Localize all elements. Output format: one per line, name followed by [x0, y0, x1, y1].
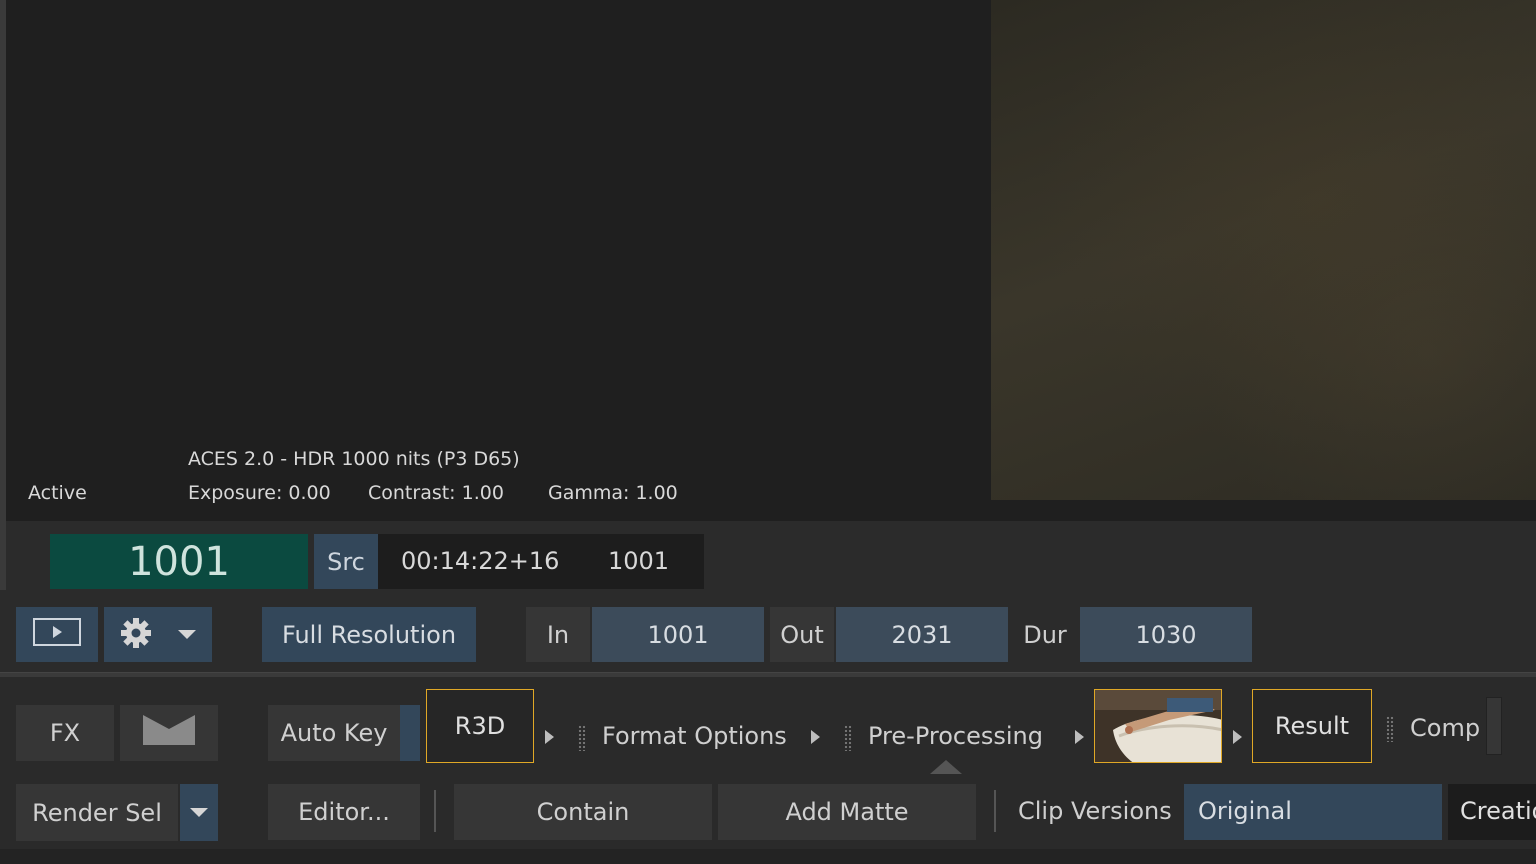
clip-versions-label: Clip Versions: [1018, 797, 1172, 825]
comp-node[interactable]: Comp: [1410, 714, 1480, 742]
pre-processing-node[interactable]: Pre-Processing: [868, 722, 1043, 750]
in-point-field[interactable]: 1001: [592, 607, 764, 662]
scroll-handle[interactable]: [1486, 697, 1502, 755]
bottom-edge: [0, 849, 1536, 864]
format-options-node[interactable]: Format Options: [602, 722, 787, 750]
add-matte-button[interactable]: Add Matte: [718, 784, 976, 840]
viewer-status: Active: [28, 482, 87, 504]
creation-button[interactable]: Creatio: [1448, 784, 1536, 840]
play-icon: [33, 617, 81, 652]
current-frame-field[interactable]: 1001: [50, 534, 308, 589]
render-sel-dropdown[interactable]: [180, 784, 218, 841]
editor-button[interactable]: Editor...: [268, 784, 420, 840]
separator: [434, 790, 436, 832]
duration-label: Dur: [1023, 620, 1067, 649]
exposure-readout: Exposure: 0.00: [188, 482, 331, 504]
resolution-dropdown[interactable]: Full Resolution: [262, 607, 476, 662]
drag-handle-icon[interactable]: [578, 725, 586, 751]
arrow-right-icon: [1233, 730, 1242, 744]
auto-key-indicator: [400, 705, 420, 761]
contain-button[interactable]: Contain: [454, 784, 712, 840]
arrow-right-icon: [545, 730, 554, 744]
fx-button[interactable]: FX: [16, 705, 114, 761]
drag-handle-icon[interactable]: [844, 725, 852, 751]
arrow-right-icon: [811, 730, 820, 744]
clip-version-dropdown[interactable]: Original: [1184, 784, 1442, 840]
clip-thumbnail[interactable]: [1094, 689, 1222, 763]
r3d-node[interactable]: R3D: [426, 689, 534, 763]
timecode-display[interactable]: 00:14:22+16 1001: [378, 534, 704, 589]
src-toggle-button[interactable]: Src: [314, 534, 378, 589]
selected-caret-icon: [930, 760, 962, 774]
source-frame: 1001: [608, 547, 670, 575]
duration-field[interactable]: 1030: [1080, 607, 1252, 662]
play-viewer-button[interactable]: [16, 607, 98, 662]
chevron-down-icon: [178, 625, 196, 644]
drag-handle-icon[interactable]: [1386, 716, 1394, 742]
auto-key-button[interactable]: Auto Key: [268, 705, 400, 761]
settings-button[interactable]: [104, 607, 212, 662]
render-sel-button[interactable]: Render Sel: [16, 784, 178, 841]
chevron-down-icon: [190, 803, 208, 822]
result-node[interactable]: Result: [1252, 689, 1372, 763]
contrast-readout: Contrast: 1.00: [368, 482, 504, 504]
out-point-button[interactable]: Out: [770, 607, 834, 662]
out-point-field[interactable]: 2031: [836, 607, 1008, 662]
color-space-label: ACES 2.0 - HDR 1000 nits (P3 D65): [188, 448, 520, 470]
image-preview: [991, 0, 1536, 500]
source-timecode: 00:14:22+16: [401, 547, 560, 575]
in-point-button[interactable]: In: [526, 607, 590, 662]
bowtie-icon: [143, 715, 195, 751]
gear-icon: [120, 617, 152, 653]
matte-toggle-button[interactable]: [120, 705, 218, 761]
gamma-readout: Gamma: 1.00: [548, 482, 678, 504]
separator: [994, 790, 996, 832]
arrow-right-icon: [1075, 730, 1084, 744]
